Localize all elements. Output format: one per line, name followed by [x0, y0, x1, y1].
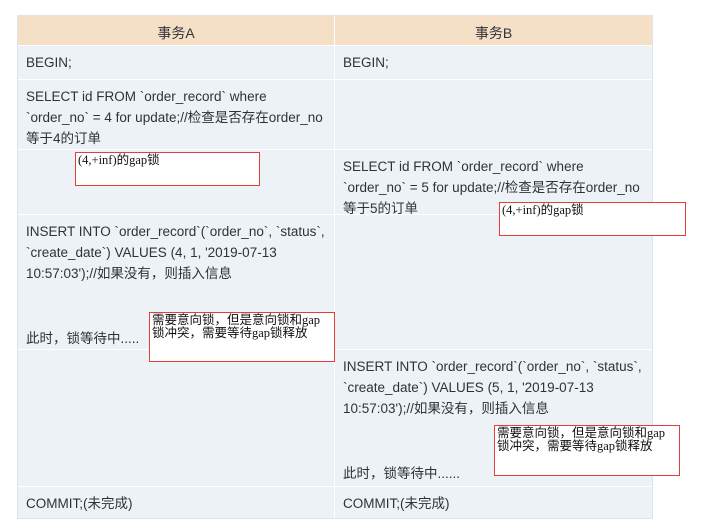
cell-b-commit: COMMIT;(未完成)	[343, 496, 450, 511]
cell-b-insert-sql: INSERT INTO `order_record`(`order_no`, `…	[343, 359, 642, 416]
gap-lock-note-a: (4,+inf)的gap锁	[75, 152, 260, 186]
cell-a-lock-wait: 此时，锁等待中.....	[26, 331, 140, 346]
cell-a-select: SELECT id FROM `order_record` where `ord…	[18, 80, 335, 150]
header-transaction-b: 事务B	[335, 16, 652, 46]
cell-b-empty-1	[335, 80, 652, 150]
header-transaction-a: 事务A	[18, 16, 335, 46]
cell-a-insert-sql: INSERT INTO `order_record`(`order_no`, `…	[26, 224, 325, 281]
intent-lock-conflict-note-a: 需要意向锁，但是意向锁和gap锁冲突，需要等待gap锁释放	[149, 312, 335, 362]
cell-a-begin: BEGIN;	[18, 46, 335, 80]
cell-b-begin: BEGIN;	[335, 46, 652, 80]
intent-lock-conflict-note-b: 需要意向锁，但是意向锁和gap锁冲突，需要等待gap锁释放	[494, 425, 680, 476]
gap-lock-note-b: (4,+inf)的gap锁	[499, 202, 686, 236]
cell-b-lock-wait: 此时，锁等待中......	[343, 466, 461, 481]
cell-a-empty-2	[18, 350, 335, 487]
cell-a-commit: COMMIT;(未完成)	[18, 487, 335, 518]
